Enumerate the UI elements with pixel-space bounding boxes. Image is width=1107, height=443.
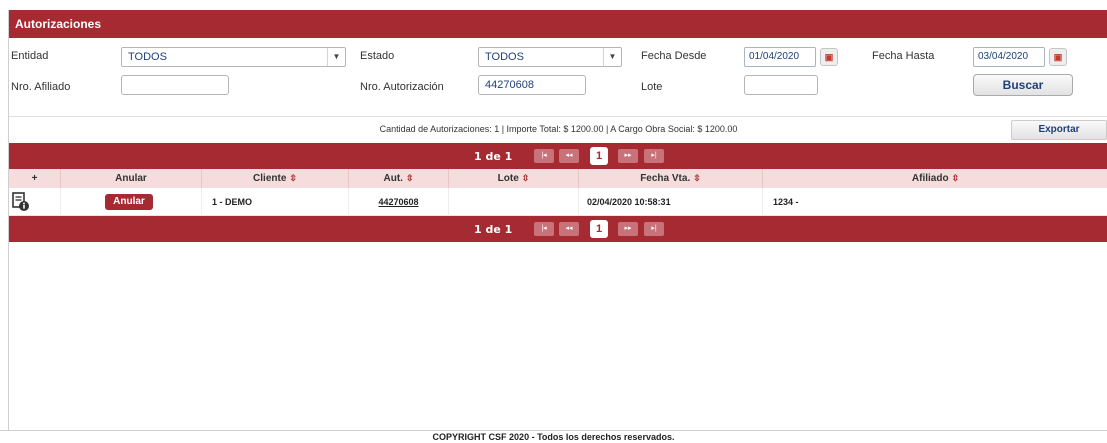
page-indicator: 1 de 1 <box>474 150 513 163</box>
sort-icon: ⇳ <box>289 173 297 183</box>
summary-text: Cantidad de Autorizaciones: 1 | Importe … <box>379 124 738 134</box>
col-cliente[interactable]: Cliente ⇳ <box>202 169 349 188</box>
chevron-down-icon: ▼ <box>603 48 621 66</box>
col-afiliado[interactable]: Afiliado ⇳ <box>763 169 1107 188</box>
table-row: Anular 1 - DEMO 44270608 02/04/2020 10:5… <box>9 188 1107 216</box>
lote-input[interactable] <box>744 75 818 95</box>
prev-page-icon[interactable]: ◂◂ <box>559 222 579 236</box>
sort-icon: ⇳ <box>693 173 701 183</box>
chevron-down-icon: ▼ <box>327 48 345 66</box>
nro-afiliado-label: Nro. Afiliado <box>11 81 71 93</box>
col-lote[interactable]: Lote ⇳ <box>449 169 579 188</box>
buscar-button[interactable]: Buscar <box>973 74 1073 96</box>
entidad-value: TODOS <box>128 51 167 63</box>
page-indicator: 1 de 1 <box>474 223 513 236</box>
nro-autorizacion-label: Nro. Autorización <box>360 81 444 93</box>
estado-value: TODOS <box>485 51 524 63</box>
page-1-button[interactable]: 1 <box>590 220 608 238</box>
anular-button[interactable]: Anular <box>105 194 153 210</box>
exportar-button[interactable]: Exportar <box>1011 120 1107 140</box>
entidad-select[interactable]: TODOS ▼ <box>121 47 346 67</box>
footer-copyright: COPYRIGHT CSF 2020 - Todos los derechos … <box>0 430 1107 442</box>
table-header: + Anular Cliente ⇳ Aut. ⇳ Lote ⇳ Fecha Vta.… <box>9 169 1107 188</box>
nro-autorizacion-input[interactable]: 44270608 <box>478 75 586 95</box>
sort-icon: ⇳ <box>405 173 414 183</box>
row-lote <box>449 188 579 216</box>
last-page-icon[interactable]: ▸| <box>644 149 664 163</box>
main-frame: Autorizaciones Entidad TODOS ▼ Estado TO… <box>8 10 1107 431</box>
next-page-icon[interactable]: ▸▸ <box>618 222 638 236</box>
sort-icon: ⇳ <box>521 173 530 183</box>
fecha-desde-label: Fecha Desde <box>641 50 707 62</box>
entidad-label: Entidad <box>11 50 49 62</box>
first-page-icon[interactable]: |◂ <box>534 149 554 163</box>
row-afiliado: 1234 - <box>773 197 799 207</box>
row-cliente: 1 - DEMO <box>202 188 349 216</box>
fecha-desde-input[interactable]: 01/04/2020 <box>744 47 816 67</box>
col-fecha-vta[interactable]: Fecha Vta. ⇳ <box>579 169 763 188</box>
next-page-icon[interactable]: ▸▸ <box>618 149 638 163</box>
lote-label: Lote <box>641 81 663 93</box>
last-page-icon[interactable]: ▸| <box>644 222 664 236</box>
pager-bottom: 1 de 1 |◂ ◂◂ 1 ▸▸ ▸| <box>9 216 1107 242</box>
page-1-button[interactable]: 1 <box>590 147 608 165</box>
col-expand[interactable]: + <box>9 169 61 188</box>
fecha-hasta-label: Fecha Hasta <box>872 50 935 62</box>
pager-top: 1 de 1 |◂ ◂◂ 1 ▸▸ ▸| <box>9 143 1107 169</box>
col-anular: Anular <box>61 169 202 188</box>
sort-icon: ⇳ <box>951 173 960 183</box>
row-aut-link[interactable]: 44270608 <box>349 188 449 216</box>
first-page-icon[interactable]: |◂ <box>534 222 554 236</box>
row-icon-cell[interactable] <box>9 188 61 216</box>
row-fecha-vta: 02/04/2020 10:58:31 <box>579 188 763 216</box>
calendar-hasta-icon[interactable]: ▣ <box>1049 48 1067 66</box>
row-anular-cell: Anular <box>61 188 202 216</box>
estado-label: Estado <box>360 50 395 62</box>
prev-page-icon[interactable]: ◂◂ <box>559 149 579 163</box>
estado-select[interactable]: TODOS ▼ <box>478 47 622 67</box>
col-aut[interactable]: Aut. ⇳ <box>349 169 449 188</box>
calendar-desde-icon[interactable]: ▣ <box>820 48 838 66</box>
fecha-hasta-input[interactable]: 03/04/2020 <box>973 47 1045 67</box>
page-title: Autorizaciones <box>9 10 1107 38</box>
summary-bar: Cantidad de Autorizaciones: 1 | Importe … <box>9 116 1107 142</box>
nro-afiliado-input[interactable] <box>121 75 229 95</box>
document-info-icon[interactable] <box>12 192 30 212</box>
